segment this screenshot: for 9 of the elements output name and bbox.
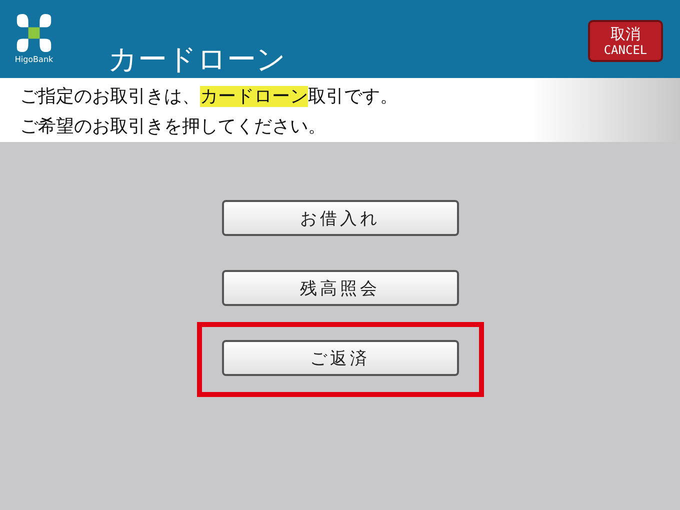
screen-title: カードローン <box>108 42 286 76</box>
option-button[interactable]: お借入れ <box>222 200 458 236</box>
logo-text: HigoBank <box>14 55 54 64</box>
option-button[interactable]: ご返済 <box>222 340 458 376</box>
instruction-text: ご希望のお取引きを押してください。 <box>20 115 327 139</box>
logo-icon <box>15 14 53 52</box>
option-button[interactable]: 残高照会 <box>222 270 458 306</box>
instruction-text: ご指定のお取引きは、カードローン取引です。 <box>20 85 399 109</box>
cancel-button[interactable]: 取消 CANCEL <box>588 20 663 62</box>
